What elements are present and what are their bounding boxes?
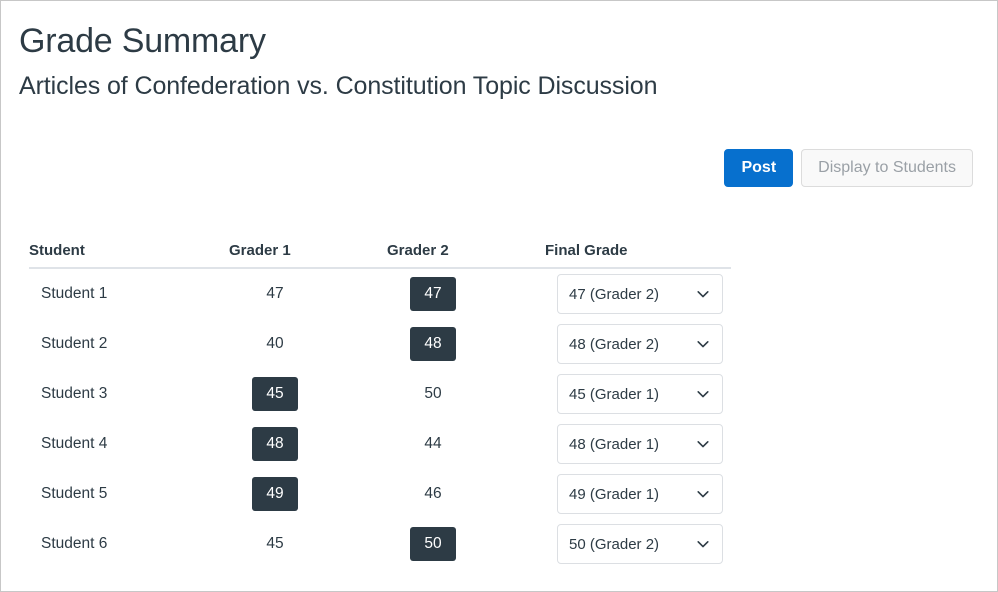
column-header-student: Student [29,242,85,259]
grade-table: Student Grader 1 Grader 2 Final Grade St… [29,229,731,569]
cell-student-name: Student 5 [41,485,108,502]
final-grade-select[interactable]: 49 (Grader 1) [557,474,723,514]
final-grade-select[interactable]: 47 (Grader 2) [557,274,723,314]
column-header-final-grade: Final Grade [545,242,628,259]
final-grade-select[interactable]: 48 (Grader 2) [557,324,723,364]
cell-student-name: Student 1 [41,285,108,302]
cell-grader1: 48 [241,427,399,461]
cell-final-grade: 48 (Grader 2) [557,324,743,364]
cell-grader2: 47 [399,277,557,311]
grader2-score: 50 [410,527,456,561]
column-header-grader2: Grader 2 [387,242,449,259]
cell-grader1: 49 [241,477,399,511]
final-grade-select-value: 48 (Grader 1) [569,435,660,453]
chevron-down-icon [696,337,710,351]
action-buttons: Post Display to Students [724,149,973,187]
cell-student-name: Student 6 [41,535,108,552]
final-grade-select-value: 49 (Grader 1) [569,485,660,503]
final-grade-select-value: 45 (Grader 1) [569,385,660,403]
cell-grader1: 45 [241,377,399,411]
table-row: Student 2 40 48 48 (Grader 2) [29,319,731,369]
table-row: Student 5 49 46 49 (Grader 1) [29,469,731,519]
post-button[interactable]: Post [724,149,794,187]
table-header-row: Student Grader 1 Grader 2 Final Grade [29,229,731,269]
chevron-down-icon [696,437,710,451]
cell-grader2: 46 [399,485,557,503]
final-grade-select-value: 48 (Grader 2) [569,335,660,353]
column-header-grader1: Grader 1 [229,242,291,259]
cell-grader2: 44 [399,435,557,453]
cell-grader1: 45 [241,535,399,553]
cell-student-name: Student 3 [41,385,108,402]
table-row: Student 1 47 47 47 (Grader 2) [29,269,731,319]
display-to-students-button[interactable]: Display to Students [801,149,973,187]
final-grade-select-value: 50 (Grader 2) [569,535,660,553]
chevron-down-icon [696,537,710,551]
cell-final-grade: 48 (Grader 1) [557,424,743,464]
cell-final-grade: 45 (Grader 1) [557,374,743,414]
chevron-down-icon [696,287,710,301]
grader2-score: 46 [424,485,442,502]
cell-grader2: 50 [399,385,557,403]
cell-final-grade: 47 (Grader 2) [557,274,743,314]
table-row: Student 6 45 50 50 (Grader 2) [29,519,731,569]
cell-grader1: 40 [241,335,399,353]
grader2-score: 44 [424,435,442,452]
grader1-score: 45 [252,377,298,411]
chevron-down-icon [696,387,710,401]
table-row: Student 3 45 50 45 (Grader 1) [29,369,731,419]
table-body: Student 1 47 47 47 (Grader 2) Student 2 … [29,269,731,569]
grader1-score: 47 [266,285,284,302]
cell-grader2: 48 [399,327,557,361]
grader1-score: 48 [252,427,298,461]
cell-grader2: 50 [399,527,557,561]
final-grade-select[interactable]: 48 (Grader 1) [557,424,723,464]
grader1-score: 45 [266,535,284,552]
page-title: Grade Summary [19,22,266,60]
grade-summary-page: Grade Summary Articles of Confederation … [0,0,998,592]
chevron-down-icon [696,487,710,501]
final-grade-select-value: 47 (Grader 2) [569,285,660,303]
cell-student-name: Student 4 [41,435,108,452]
page-content: Grade Summary Articles of Confederation … [19,1,979,591]
page-subtitle: Articles of Confederation vs. Constituti… [19,72,658,100]
cell-student-name: Student 2 [41,335,108,352]
grader2-score: 50 [424,385,442,402]
grader1-score: 40 [266,335,284,352]
cell-grader1: 47 [241,285,399,303]
grader2-score: 48 [410,327,456,361]
grader1-score: 49 [252,477,298,511]
final-grade-select[interactable]: 45 (Grader 1) [557,374,723,414]
final-grade-select[interactable]: 50 (Grader 2) [557,524,723,564]
cell-final-grade: 49 (Grader 1) [557,474,743,514]
cell-final-grade: 50 (Grader 2) [557,524,743,564]
grader2-score: 47 [410,277,456,311]
table-row: Student 4 48 44 48 (Grader 1) [29,419,731,469]
